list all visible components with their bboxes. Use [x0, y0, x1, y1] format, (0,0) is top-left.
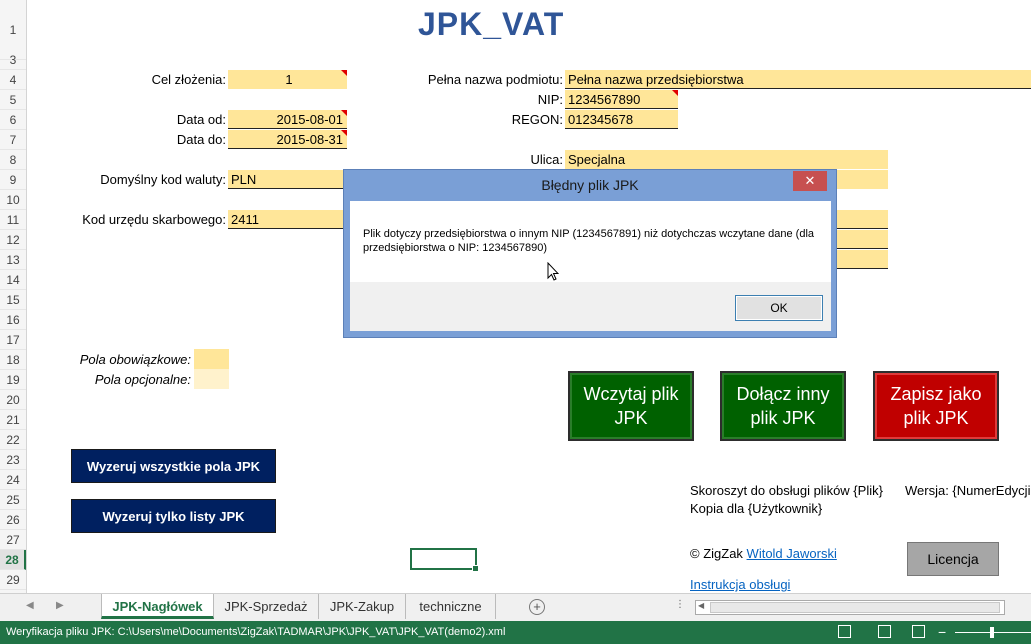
legend-optional-swatch [194, 369, 229, 389]
cel-value-cell[interactable]: 1 [228, 70, 347, 89]
row-header[interactable]: 19 [0, 370, 26, 390]
row-header[interactable]: 15 [0, 290, 26, 310]
normal-view-icon[interactable] [838, 625, 851, 638]
sheet-tab-bar: ◀ ▶ JPK-Nagłówek JPK-Sprzedaż JPK-Zakup … [0, 593, 1031, 621]
row-header[interactable]: 8 [0, 150, 26, 170]
data-do-cell[interactable]: 2015-08-31 [228, 130, 347, 149]
zapisz-button[interactable]: Zapisz jako plik JPK [873, 371, 999, 441]
page-layout-icon[interactable] [878, 625, 891, 638]
close-icon[interactable]: ✕ [793, 171, 827, 191]
row-header[interactable]: 29 [0, 570, 26, 590]
add-sheet-icon[interactable]: + [529, 599, 545, 615]
row-header[interactable]: 25 [0, 490, 26, 510]
zoom-slider-knob[interactable] [990, 627, 994, 638]
instrukcja-link[interactable]: Instrukcja obsługi [690, 577, 790, 592]
kopia-text: Kopia dla {Użytkownik} [690, 501, 823, 516]
page-break-icon[interactable] [912, 625, 925, 638]
dialog-footer: OK [350, 282, 831, 331]
wersja-text: Wersja: {NumerEdycji [905, 483, 1031, 498]
splitter-icon[interactable]: ⋮ [675, 599, 685, 610]
row-header[interactable]: 18 [0, 350, 26, 370]
row-header[interactable]: 5 [0, 90, 26, 110]
status-text: Weryfikacja pliku JPK: C:\Users\me\Docum… [6, 626, 506, 638]
row-header[interactable]: 10 [0, 190, 26, 210]
horizontal-scrollbar[interactable]: ◀ [695, 600, 1005, 615]
ok-button[interactable]: OK [735, 295, 823, 321]
tab-next-icon[interactable]: ▶ [56, 600, 64, 611]
tab-prev-icon[interactable]: ◀ [26, 600, 34, 611]
data-od-label: Data od: [176, 112, 226, 127]
wyzeruj-all-button[interactable]: Wyzeruj wszystkie pola JPK [71, 449, 276, 483]
tab-jpk-sprzedaz[interactable]: JPK-Sprzedaż [214, 594, 319, 619]
row-header[interactable]: 4 [0, 70, 26, 90]
urzad-cell[interactable]: 2411 [228, 210, 347, 229]
address-cell[interactable] [837, 250, 888, 269]
waluta-cell[interactable]: PLN [228, 170, 347, 189]
dialog-title: Błędny plik JPK [541, 177, 639, 193]
nip-cell[interactable]: 1234567890 [565, 90, 678, 109]
selected-cell[interactable] [410, 548, 479, 572]
address-cell[interactable] [837, 170, 888, 189]
dolacz-button[interactable]: Dołącz inny plik JPK [720, 371, 846, 441]
legend-required-swatch [194, 349, 229, 369]
legend-optional-label: Pola opcjonalne: [94, 372, 191, 387]
scroll-left-icon[interactable]: ◀ [698, 601, 704, 610]
row-header[interactable]: 16 [0, 310, 26, 330]
row-headers: 1 3 4 5 6 7 8 9 10 11 12 13 14 15 16 17 … [0, 0, 27, 593]
tab-techniczne[interactable]: techniczne [406, 594, 496, 619]
row-header[interactable]: 23 [0, 450, 26, 470]
wyzeruj-listy-button[interactable]: Wyzeruj tylko listy JPK [71, 499, 276, 533]
row-header[interactable]: 6 [0, 110, 26, 130]
row-header[interactable]: 14 [0, 270, 26, 290]
waluta-label: Domyślny kod waluty: [100, 172, 226, 187]
row-header-active[interactable]: 28 [0, 550, 26, 570]
ulica-cell[interactable]: Specjalna [565, 150, 888, 169]
row-header[interactable]: 12 [0, 230, 26, 250]
row-header[interactable]: 22 [0, 430, 26, 450]
data-do-label: Data do: [176, 132, 226, 147]
dialog-body: Plik dotyczy przedsiębiorstwa o innym NI… [350, 201, 831, 331]
nazwa-cell[interactable]: Pełna nazwa przedsiębiorstwa [565, 70, 1031, 89]
row-header[interactable]: 20 [0, 390, 26, 410]
mouse-cursor-icon [547, 262, 559, 281]
copyright-line: © ZigZak Witold Jaworski [690, 546, 837, 561]
row-header[interactable]: 24 [0, 470, 26, 490]
ulica-label: Ulica: [530, 152, 563, 167]
row-header[interactable]: 27 [0, 530, 26, 550]
scrollbar-thumb[interactable] [710, 602, 1000, 613]
regon-cell[interactable]: 012345678 [565, 110, 678, 129]
skoroszyt-text: Skoroszyt do obsługi plików {Plik} [690, 483, 883, 498]
data-od-cell[interactable]: 2015-08-01 [228, 110, 347, 129]
nazwa-label: Pełna nazwa podmiotu: [427, 72, 563, 87]
row-header[interactable]: 26 [0, 510, 26, 530]
status-bar: Weryfikacja pliku JPK: C:\Users\me\Docum… [0, 621, 1031, 644]
row-header[interactable]: 21 [0, 410, 26, 430]
regon-label: REGON: [511, 112, 563, 127]
wczytaj-button[interactable]: Wczytaj plik JPK [568, 371, 694, 441]
row-header[interactable]: 11 [0, 210, 26, 230]
cel-label: Cel złożenia: [151, 72, 226, 87]
row-header[interactable]: 17 [0, 330, 26, 350]
row-header[interactable]: 7 [0, 130, 26, 150]
tab-jpk-naglowek[interactable]: JPK-Nagłówek [101, 594, 214, 619]
zoom-out-icon[interactable]: − [938, 621, 946, 644]
tab-jpk-zakup[interactable]: JPK-Zakup [319, 594, 406, 619]
error-dialog: Błędny plik JPK ✕ Plik dotyczy przedsięb… [343, 169, 837, 338]
sheet-title: JPK_VAT [418, 6, 565, 42]
address-cell[interactable] [837, 210, 888, 229]
row-header[interactable]: 13 [0, 250, 26, 270]
row-header[interactable]: 3 [0, 50, 26, 70]
author-link[interactable]: Witold Jaworski [747, 546, 837, 561]
copyright-text: © ZigZak [690, 546, 747, 561]
legend-required-label: Pola obowiązkowe: [79, 352, 191, 367]
dialog-message: Plik dotyczy przedsiębiorstwa o innym NI… [363, 228, 815, 254]
address-cell[interactable] [837, 230, 888, 249]
licencja-button[interactable]: Licencja [907, 542, 999, 576]
row-header[interactable]: 9 [0, 170, 26, 190]
urzad-label: Kod urzędu skarbowego: [82, 212, 226, 227]
nip-label: NIP: [537, 92, 563, 107]
